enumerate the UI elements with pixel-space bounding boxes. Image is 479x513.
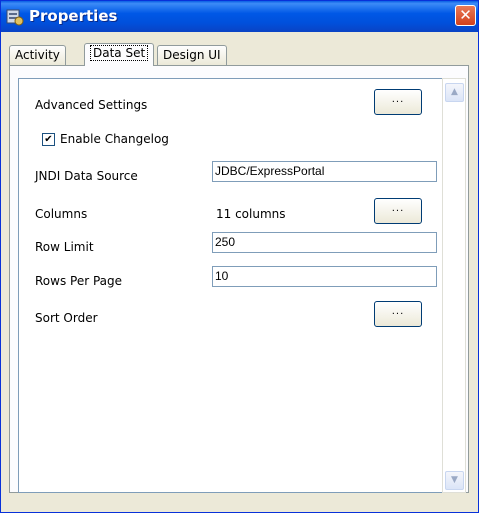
tab-design-ui[interactable]: Design UI xyxy=(157,45,227,65)
columns-button[interactable]: ... xyxy=(374,198,422,224)
tab-activity[interactable]: Activity xyxy=(9,45,66,65)
properties-icon xyxy=(6,9,24,26)
properties-window: Properties ✕ Activity Data Set Design UI… xyxy=(0,0,479,513)
close-button[interactable]: ✕ xyxy=(455,5,476,26)
scroll-up-button[interactable]: ▲ xyxy=(445,83,464,102)
window-title: Properties xyxy=(29,7,118,25)
check-icon: ✔ xyxy=(44,134,53,145)
columns-label: Columns xyxy=(35,207,88,221)
tab-data-set[interactable]: Data Set xyxy=(84,43,155,66)
rows-per-page-field[interactable]: 10 xyxy=(212,266,437,287)
close-icon: ✕ xyxy=(459,6,472,24)
sort-order-button[interactable]: ... xyxy=(374,301,422,327)
chevron-up-icon: ▲ xyxy=(451,87,458,97)
scroll-down-button[interactable]: ▼ xyxy=(445,471,464,490)
chevron-down-icon: ▼ xyxy=(451,475,458,485)
tab-design-ui-label: Design UI xyxy=(163,48,221,62)
tab-activity-label: Activity xyxy=(15,48,60,62)
row-limit-field[interactable]: 250 xyxy=(212,232,437,253)
enable-changelog-label: Enable Changelog xyxy=(60,132,169,146)
row-limit-label: Row Limit xyxy=(35,240,94,254)
advanced-settings-button[interactable]: ... xyxy=(374,89,422,115)
advanced-settings-label: Advanced Settings xyxy=(35,98,148,112)
sort-order-label: Sort Order xyxy=(35,311,98,325)
columns-value: 11 columns xyxy=(216,207,286,221)
vertical-scrollbar[interactable]: ▲ ▼ xyxy=(442,78,466,493)
property-sheet: Advanced Settings ... ✔ Enable Changelog… xyxy=(18,78,443,493)
enable-changelog-checkbox[interactable]: ✔ xyxy=(42,133,55,146)
tab-data-set-label: Data Set xyxy=(90,45,149,61)
rows-per-page-label: Rows Per Page xyxy=(35,274,123,288)
jndi-data-source-label: JNDI Data Source xyxy=(35,169,138,183)
jndi-data-source-field[interactable]: JDBC/ExpressPortal xyxy=(212,161,437,182)
title-bar[interactable]: Properties ✕ xyxy=(1,1,478,32)
